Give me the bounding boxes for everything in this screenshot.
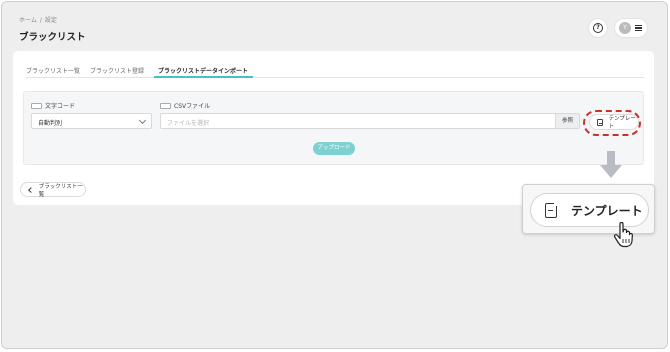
tab-blacklist-import[interactable]: ブラックリストデータインポート (154, 61, 254, 78)
encoding-label-text: 文字コード (45, 103, 76, 110)
breadcrumb: ホーム / 設定 (19, 15, 57, 24)
chevron-down-icon (138, 116, 147, 125)
down-arrow-icon (600, 151, 622, 178)
encoding-select-value: 自動判別 (38, 120, 63, 127)
highlight-annotation (583, 110, 641, 136)
menu-icon (635, 25, 642, 31)
upload-button[interactable]: アップロード (313, 142, 355, 155)
hand-pointer-icon (613, 222, 633, 248)
tab-blacklist-list[interactable]: ブラックリスト一覧 (26, 61, 85, 78)
tab-bar: ブラックリスト一覧 ブラックリスト登録 ブラックリストデータインポート (26, 61, 644, 78)
encoding-label: 文字コード (31, 101, 75, 110)
back-button-label: ブラックリスト一覧 (38, 183, 83, 198)
user-menu-button[interactable]: Y (614, 18, 648, 38)
document-icon (545, 201, 558, 218)
help-icon: ? (593, 23, 603, 33)
help-button[interactable]: ? (588, 18, 608, 38)
chevron-left-icon (28, 186, 34, 193)
csv-label: CSVファイル (160, 101, 210, 110)
breadcrumb-current[interactable]: 設定 (45, 17, 57, 24)
main-card: ブラックリスト一覧 ブラックリスト登録 ブラックリストデータインポート 文字コー… (13, 51, 654, 205)
file-input[interactable]: ファイルを選択 (160, 113, 556, 129)
app-window: ホーム / 設定 ブラックリスト ? Y ブラックリスト一覧 ブラックリスト登録 ブ… (1, 1, 668, 349)
field-tag-icon (160, 102, 171, 109)
breadcrumb-separator: / (39, 17, 42, 24)
import-form: 文字コード 自動判別 CSVファイル ファイルを選択 参照 テンプレート アップ… (23, 91, 644, 165)
page-title: ブラックリスト (19, 32, 86, 43)
encoding-select[interactable]: 自動判別 (31, 113, 152, 129)
zoom-callout: テンプレート (522, 184, 655, 234)
zoom-template-label: テンプレート (571, 203, 643, 218)
browse-button[interactable]: 参照 (555, 113, 580, 129)
field-tag-icon (31, 102, 42, 109)
tab-blacklist-register[interactable]: ブラックリスト登録 (90, 61, 149, 78)
back-to-list-button[interactable]: ブラックリスト一覧 (20, 182, 86, 198)
breadcrumb-home[interactable]: ホーム (19, 17, 37, 24)
csv-label-text: CSVファイル (174, 103, 211, 110)
avatar: Y (619, 22, 631, 34)
